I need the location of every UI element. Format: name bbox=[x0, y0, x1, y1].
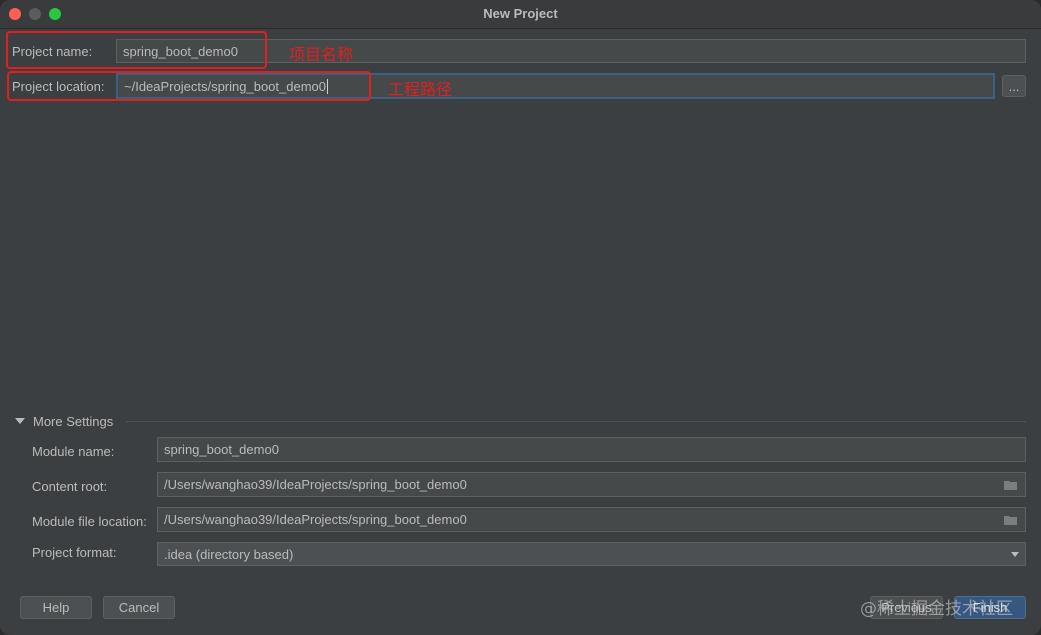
content-root-label: Content root: bbox=[32, 479, 108, 494]
module-file-location-input[interactable]: /Users/wanghao39/IdeaProjects/spring_boo… bbox=[157, 507, 1026, 532]
project-name-highlight-box bbox=[6, 31, 267, 69]
project-format-label: Project format: bbox=[32, 545, 117, 560]
folder-icon[interactable] bbox=[1004, 480, 1017, 490]
project-name-annotation: 项目名称 bbox=[289, 45, 354, 64]
section-divider bbox=[126, 421, 1026, 422]
title-bar: New Project bbox=[0, 0, 1041, 29]
module-name-input[interactable]: spring_boot_demo0 bbox=[157, 437, 1026, 462]
folder-icon[interactable] bbox=[1004, 515, 1017, 525]
window-title: New Project bbox=[483, 6, 558, 21]
content-root-value: /Users/wanghao39/IdeaProjects/spring_boo… bbox=[164, 477, 467, 492]
module-name-label: Module name: bbox=[32, 444, 115, 459]
project-location-annotation: 工程路径 bbox=[388, 80, 453, 99]
more-settings-toggle[interactable]: More Settings bbox=[33, 414, 113, 429]
content-root-input[interactable]: /Users/wanghao39/IdeaProjects/spring_boo… bbox=[157, 472, 1026, 497]
help-button[interactable]: Help bbox=[20, 596, 92, 619]
project-location-highlight-box bbox=[7, 71, 371, 101]
module-name-value: spring_boot_demo0 bbox=[164, 442, 279, 457]
watermark: @稀土掘金技术社区 bbox=[860, 599, 1013, 619]
project-format-select[interactable]: .idea (directory based) bbox=[157, 542, 1026, 566]
triangle-down-icon[interactable] bbox=[15, 418, 25, 424]
browse-location-button[interactable]: ... bbox=[1002, 75, 1026, 97]
chevron-down-icon bbox=[1011, 552, 1019, 557]
module-file-location-value: /Users/wanghao39/IdeaProjects/spring_boo… bbox=[164, 512, 467, 527]
project-format-value: .idea (directory based) bbox=[164, 546, 294, 562]
cancel-button[interactable]: Cancel bbox=[103, 596, 175, 619]
module-file-location-label: Module file location: bbox=[32, 514, 147, 529]
new-project-dialog: New Project Project name: spring_boot_de… bbox=[0, 0, 1041, 635]
